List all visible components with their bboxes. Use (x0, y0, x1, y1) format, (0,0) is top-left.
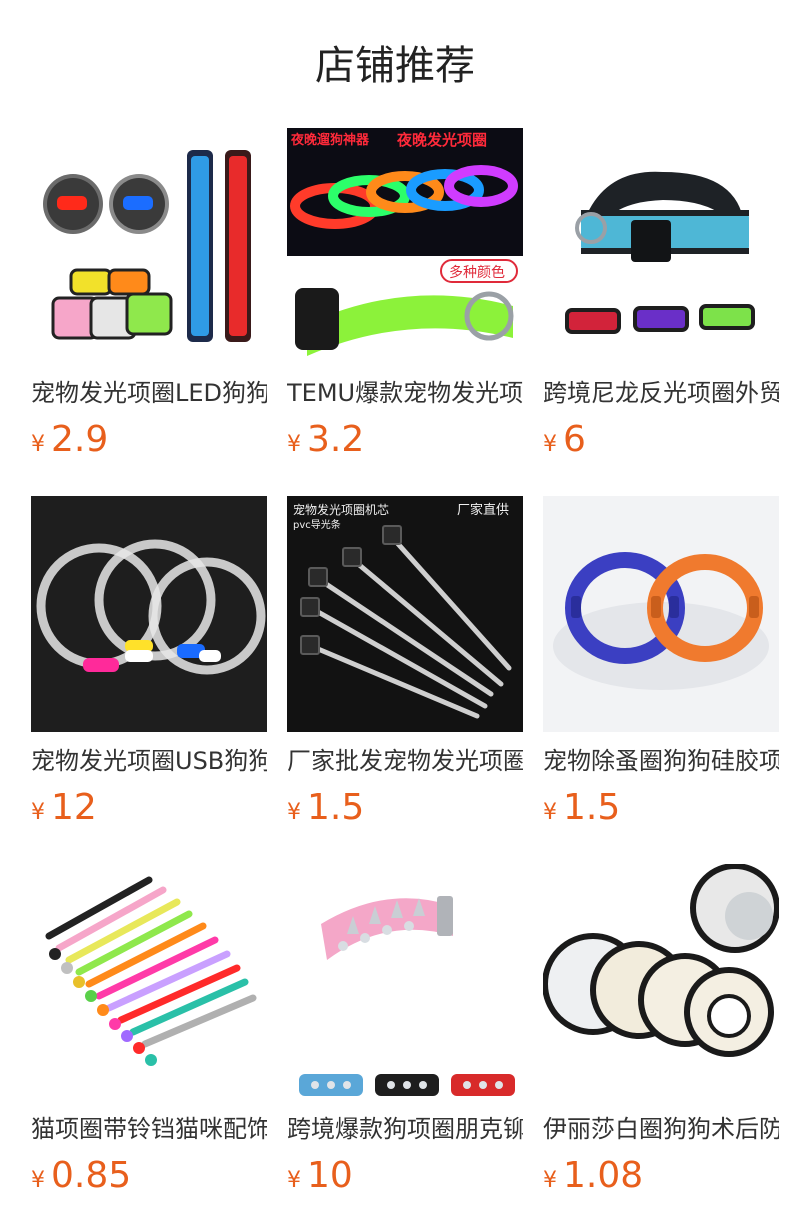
product-name[interactable]: 跨境爆款狗项圈朋克铆钉 (287, 1112, 523, 1146)
product-card[interactable]: 跨境尼龙反光项圈外贸 ¥6 (543, 128, 779, 496)
product-image[interactable]: 宠物发光项圈机芯 pvc导光条 厂家直供 (287, 496, 523, 732)
product-image[interactable] (31, 128, 267, 364)
price-amount: 6 (563, 419, 586, 460)
product-image[interactable]: 夜晚遛狗神器 夜晚发光项圈 多种颜色 (287, 128, 523, 364)
product-card[interactable]: 宠物发光项圈LED狗狗 ¥2.9 (31, 128, 267, 496)
product-image[interactable] (543, 496, 779, 732)
product-name[interactable]: 宠物发光项圈USB狗狗 (31, 744, 267, 778)
glowing-collars-photo: 夜晚遛狗神器 夜晚发光项圈 多种颜色 (287, 128, 523, 364)
product-card[interactable]: 伊丽莎白圈狗狗术后防咬 ¥1.08 (543, 864, 779, 1232)
product-price: ¥6 (543, 418, 779, 462)
price-amount: 1.5 (307, 787, 365, 828)
overlay-badge: 多种颜色 (449, 264, 505, 281)
price-amount: 1.08 (563, 1155, 644, 1196)
price-amount: 2.9 (51, 419, 109, 460)
product-name[interactable]: 宠物除蚤圈狗狗硅胶项圈 (543, 744, 779, 778)
product-price: ¥3.2 (287, 418, 523, 462)
product-name[interactable]: 伊丽莎白圈狗狗术后防咬 (543, 1112, 779, 1146)
product-image[interactable] (287, 864, 523, 1100)
product-name[interactable]: 跨境尼龙反光项圈外贸 (543, 376, 779, 410)
currency-symbol: ¥ (543, 800, 557, 825)
overlay-right: 厂家直供 (457, 502, 509, 518)
product-card[interactable]: 猫项圈带铃铛猫咪配饰 ¥0.85 (31, 864, 267, 1232)
product-price: ¥10 (287, 1154, 523, 1198)
price-amount: 10 (307, 1155, 353, 1196)
product-name[interactable]: 猫项圈带铃铛猫咪配饰 (31, 1112, 267, 1146)
product-grid: 宠物发光项圈LED狗狗 ¥2.9 夜晚遛狗神器 夜晚发光项圈 多种颜色 TEMU… (31, 128, 779, 1232)
product-card[interactable]: 宠物发光项圈机芯 pvc导光条 厂家直供 厂家批发宠物发光项圈 ¥ 1.5 (287, 496, 523, 864)
product-price: ¥1.5 (543, 786, 779, 830)
product-card[interactable]: 宠物发光项圈USB狗狗 ¥12 (31, 496, 267, 864)
product-name[interactable]: TEMU爆款宠物发光项圈 (287, 376, 523, 410)
product-price: ¥12 (31, 786, 267, 830)
currency-symbol: ¥ (543, 1168, 557, 1193)
product-image[interactable] (31, 864, 267, 1100)
product-card[interactable]: 宠物除蚤圈狗狗硅胶项圈 ¥1.5 (543, 496, 779, 864)
currency-symbol: ¥ (287, 1168, 301, 1193)
elizabethan-cones-photo (543, 864, 779, 1100)
spiked-punk-collars-photo (287, 864, 523, 1100)
product-price: ¥0.85 (31, 1154, 267, 1198)
product-price: ¥1.08 (543, 1154, 779, 1198)
product-name[interactable]: 宠物发光项圈LED狗狗 (31, 376, 267, 410)
overlay-sub: pvc导光条 (293, 518, 341, 531)
silicone-flea-collars-photo (543, 496, 779, 732)
overlay-left: 宠物发光项圈机芯 (293, 502, 389, 517)
price-amount: 12 (51, 787, 97, 828)
product-price: ¥2.9 (31, 418, 267, 462)
product-price: ¥1.5 (287, 786, 523, 830)
product-name[interactable]: 厂家批发宠物发光项圈 (287, 744, 523, 778)
currency-symbol: ¥ (543, 432, 557, 457)
product-card[interactable]: 夜晚遛狗神器 夜晚发光项圈 多种颜色 TEMU爆款宠物发光项圈 ¥3.2 (287, 128, 523, 496)
price-amount: 3.2 (307, 419, 365, 460)
price-amount: 0.85 (51, 1155, 132, 1196)
led-armbands-photo (31, 128, 267, 364)
nylon-reflective-collars-photo (543, 128, 779, 364)
product-card[interactable]: 跨境爆款狗项圈朋克铆钉 ¥10 (287, 864, 523, 1232)
currency-symbol: ¥ (287, 432, 301, 457)
currency-symbol: ¥ (31, 1168, 45, 1193)
cat-bell-collars-photo (31, 864, 267, 1100)
product-image[interactable] (31, 496, 267, 732)
price-amount: 1.5 (563, 787, 621, 828)
product-image[interactable] (543, 128, 779, 364)
currency-symbol: ¥ (31, 800, 45, 825)
overlay-right: 夜晚发光项圈 (396, 131, 487, 149)
overlay-left: 夜晚遛狗神器 (290, 132, 370, 148)
page-title: 店铺推荐 (315, 43, 475, 89)
currency-symbol: ¥ (287, 800, 301, 825)
light-core-sticks-photo: 宠物发光项圈机芯 pvc导光条 厂家直供 (287, 496, 523, 732)
usb-tube-collars-photo (31, 496, 267, 732)
currency-symbol: ¥ (31, 432, 45, 457)
product-image[interactable] (543, 864, 779, 1100)
